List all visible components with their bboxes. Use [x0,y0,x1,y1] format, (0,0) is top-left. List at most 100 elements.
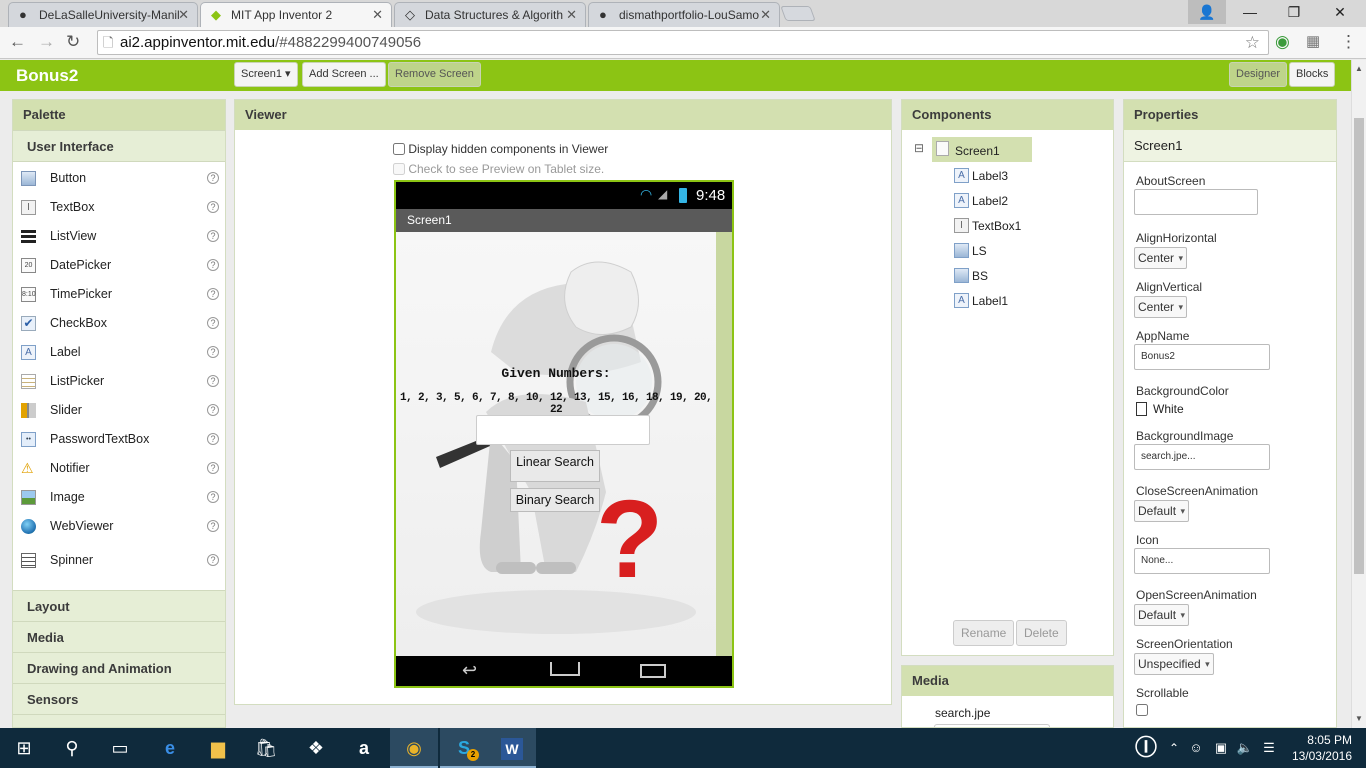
palette-item-spinner[interactable]: Spinner ? [13,546,225,575]
help-icon[interactable]: ? [207,520,219,532]
help-icon[interactable]: ? [207,230,219,242]
new-tab-button[interactable] [780,6,816,21]
forward-icon[interactable]: → [38,32,55,52]
app-name-input[interactable]: Bonus2 [1134,344,1270,370]
skype-icon[interactable]: S2 [440,728,488,768]
icon-picker[interactable]: None... [1134,548,1270,574]
search-textbox[interactable] [476,415,650,445]
back-icon[interactable]: ← [9,32,26,52]
phone-screen[interactable]: ? Given Numbers: 1, 2, 3, 5, 6, 7, 8, 10… [396,232,716,656]
dropbox-icon[interactable]: ❖ [292,728,340,768]
task-view-icon[interactable]: ▭ [96,728,144,768]
chrome-icon[interactable]: ◉ [390,728,438,768]
palette-item-timepicker[interactable]: 8:10 TimePicker ? [13,280,225,309]
file-explorer-icon[interactable]: ▆ [194,728,242,768]
action-center-icon[interactable]: ☰ [1258,728,1280,768]
network-icon[interactable]: ▣ [1210,728,1232,768]
profile-icon[interactable]: 👤 [1188,0,1226,24]
help-icon[interactable]: ? [207,317,219,329]
help-icon[interactable]: ? [207,172,219,184]
tree-item-screen1[interactable]: Screen1 [932,137,1032,162]
add-screen-button[interactable]: Add Screen ... [302,62,386,87]
tree-item-label1[interactable]: A Label1 [954,293,1008,309]
palette-item-listpicker[interactable]: ListPicker ? [13,367,225,396]
linear-search-button[interactable]: Linear Search [510,450,600,482]
page-scrollbar[interactable]: ▲ ▼ [1351,60,1366,728]
scroll-up-icon[interactable]: ▲ [1355,64,1363,73]
close-tab-icon[interactable]: ✕ [178,7,189,23]
media-file[interactable]: search.jpe [935,706,990,720]
store-icon[interactable]: 🛍 [242,728,290,768]
palette-item-slider[interactable]: Slider ? [13,396,225,425]
tree-item-label3[interactable]: A Label3 [954,168,1008,184]
blocks-button[interactable]: Blocks [1289,62,1336,87]
minimize-icon[interactable]: — [1230,0,1270,24]
color-swatch[interactable] [1136,402,1147,416]
page-info-icon[interactable]: 🗋 [103,31,113,54]
designer-button[interactable]: Designer [1229,62,1288,87]
palette-item-notifier[interactable]: ⚠ Notifier ? [13,454,225,483]
help-icon[interactable]: ? [207,433,219,445]
scrollable-checkbox[interactable] [1136,704,1148,716]
close-window-icon[interactable]: ✕ [1320,0,1360,24]
palette-item-button[interactable]: Button ? [13,164,225,193]
restore-icon[interactable]: ❐ [1274,0,1314,24]
collapse-icon[interactable]: ⊟ [914,141,924,155]
browser-tab-3[interactable]: ◇ Data Structures & Algorith ✕ [394,2,586,27]
edge-icon[interactable]: e [146,728,194,768]
help-icon[interactable]: ? [207,404,219,416]
category-media[interactable]: Media [13,621,225,652]
open-animation-dropdown[interactable]: Default [1134,604,1190,626]
extension-icon[interactable]: ◉ [1275,32,1290,52]
background-color-value[interactable]: White [1153,402,1184,416]
help-icon[interactable]: ? [207,201,219,213]
background-image-picker[interactable]: search.jpe... [1134,444,1270,470]
screen-orientation-dropdown[interactable]: Unspecified [1134,653,1214,675]
help-icon[interactable]: ? [207,554,219,566]
reload-icon[interactable]: ↻ [66,32,80,52]
palette-item-listview[interactable]: ListView ? [13,222,225,251]
browser-tab-2[interactable]: ◆ MIT App Inventor 2 ✕ [200,2,392,27]
category-sensors[interactable]: Sensors [13,683,225,714]
help-icon[interactable]: ? [207,288,219,300]
palette-item-textbox[interactable]: I TextBox ? [13,193,225,222]
category-user-interface[interactable]: User Interface [13,130,225,161]
tablet-preview-checkbox[interactable] [393,163,405,175]
browser-tab-1[interactable]: ● DeLaSalleUniversity-Manil ✕ [8,2,198,27]
about-screen-textarea[interactable] [1134,189,1258,215]
category-more[interactable] [13,714,225,727]
tree-item-bs[interactable]: BS [954,268,988,284]
delete-button[interactable]: Delete [1016,620,1067,646]
close-tab-icon[interactable]: ✕ [760,7,771,23]
system-clock[interactable]: 8:05 PM 13/03/2016 [1292,732,1352,764]
palette-item-passwordtextbox[interactable]: •• PasswordTextBox ? [13,425,225,454]
menu-icon[interactable]: ⋮ [1340,32,1357,52]
people-icon[interactable]: ☺ [1186,728,1206,768]
help-circle-icon[interactable]: Ⓘ [1124,728,1168,768]
remove-screen-button[interactable]: Remove Screen [388,62,481,87]
close-tab-icon[interactable]: ✕ [566,7,577,23]
align-horizontal-dropdown[interactable]: Center [1134,247,1188,269]
palette-item-datepicker[interactable]: 20 DatePicker ? [13,251,225,280]
category-drawing-animation[interactable]: Drawing and Animation [13,652,225,683]
url-input[interactable]: 🗋 ai2.appinventor.mit.edu/#4882299400749… [97,30,1269,55]
browser-tab-4[interactable]: ● dismathportfolio-LouSamo ✕ [588,2,780,27]
palette-item-checkbox[interactable]: ✔ CheckBox ? [13,309,225,338]
help-icon[interactable]: ? [207,375,219,387]
search-icon[interactable]: ⚲ [48,728,96,768]
tray-expand-icon[interactable]: ⌃ [1164,728,1184,768]
close-animation-dropdown[interactable]: Default [1134,500,1190,522]
volume-icon[interactable]: 🔈 [1234,728,1256,768]
scroll-down-icon[interactable]: ▼ [1355,714,1363,723]
amazon-icon[interactable]: a [340,728,388,768]
tree-item-ls[interactable]: LS [954,243,987,259]
rename-button[interactable]: Rename [953,620,1015,646]
bookmark-star-icon[interactable]: ☆ [1245,31,1260,54]
help-icon[interactable]: ? [207,259,219,271]
align-vertical-dropdown[interactable]: Center [1134,296,1188,318]
category-layout[interactable]: Layout [13,590,225,621]
palette-item-webviewer[interactable]: WebViewer ? [13,512,225,541]
help-icon[interactable]: ? [207,346,219,358]
word-icon[interactable]: W [488,728,536,768]
scrollbar-thumb[interactable] [1354,118,1364,574]
